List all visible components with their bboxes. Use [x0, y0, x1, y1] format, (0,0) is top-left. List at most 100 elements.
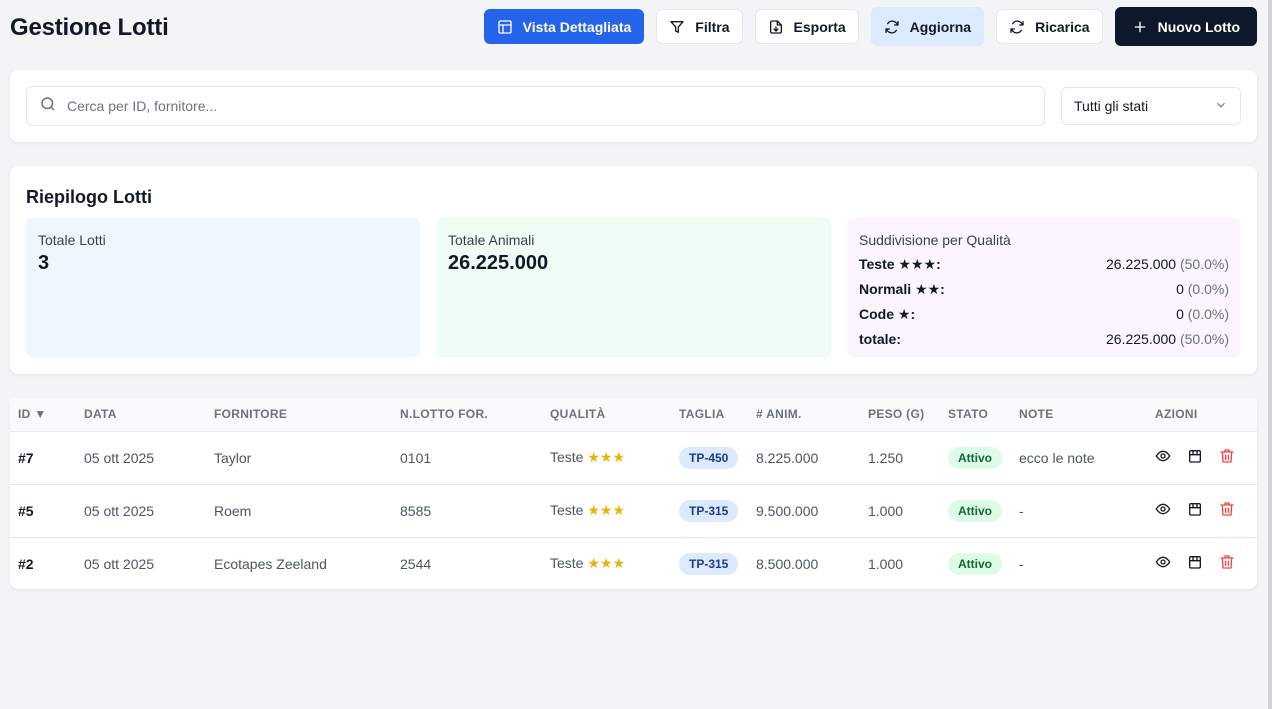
table-row[interactable]: #2 05 ott 2025 Ecotapes Zeeland 2544 Tes… [10, 537, 1257, 590]
cell-quality: Teste ★★★ [550, 484, 679, 537]
column-header-size[interactable]: TAGLIA [679, 398, 756, 431]
plus-icon [1132, 19, 1148, 35]
cell-actions [1155, 431, 1257, 484]
total-lots-stat: Totale Lotti 3 [26, 218, 420, 357]
column-header-supplier[interactable]: FORNITORE [214, 398, 400, 431]
archive-box-icon[interactable] [1187, 501, 1203, 520]
cell-animals: 8.500.000 [756, 555, 819, 572]
search-box[interactable] [26, 86, 1045, 126]
filter-icon [669, 19, 685, 35]
cell-weight: 1.250 [868, 449, 904, 466]
detailed-view-button[interactable]: Vista Dettagliata [483, 9, 645, 44]
column-header-id[interactable]: ID ▼ [10, 398, 84, 431]
view-eye-icon[interactable] [1155, 501, 1171, 520]
cell-date: 05 ott 2025 [84, 449, 155, 466]
cell-id: #5 [18, 502, 34, 519]
quality-row-pct: (50.0%) [1179, 331, 1229, 347]
column-header-quality[interactable]: QUALITÀ [550, 398, 679, 431]
archive-box-icon[interactable] [1187, 448, 1203, 467]
quality-row-value: 26.225.000 [1106, 256, 1177, 272]
cell-weight: 1.000 [868, 502, 904, 519]
cell-supplier-lot: 8585 [400, 502, 432, 519]
quality-row-label: Normali ★★: [859, 281, 945, 297]
size-badge: TP-450 [679, 446, 739, 469]
quality-breakdown-label: Suddivisione per Qualità [859, 232, 1011, 248]
cell-animals: 9.500.000 [756, 502, 819, 519]
page-scrollbar[interactable] [1268, 0, 1272, 709]
column-header-animals[interactable]: # ANIM. [756, 398, 868, 431]
filter-label: Filtra [695, 18, 730, 35]
update-button[interactable]: Aggiorna [870, 7, 985, 46]
status-badge: Attivo [948, 552, 1002, 575]
delete-trash-icon[interactable] [1219, 554, 1235, 573]
column-header-weight[interactable]: PESO (G) [868, 398, 948, 431]
column-header-date[interactable]: DATA [84, 398, 214, 431]
refresh-icon [884, 19, 900, 35]
quality-row: Code ★: 0 (0.0%) [859, 306, 1229, 323]
cell-notes: - [1019, 502, 1024, 519]
cell-status: Attivo [948, 484, 1019, 537]
reload-label: Ricarica [1035, 18, 1090, 35]
cell-actions [1155, 537, 1257, 590]
archive-box-icon[interactable] [1187, 554, 1203, 573]
cell-weight: 1.000 [868, 555, 904, 572]
total-animals-label: Totale Animali [448, 232, 535, 248]
quality-row: Normali ★★: 0 (0.0%) [859, 281, 1229, 298]
status-filter-select[interactable]: Tutti gli stati [1061, 87, 1241, 125]
cell-supplier: Taylor [214, 449, 252, 466]
cell-supplier-lot: 2544 [400, 555, 432, 572]
table-row[interactable]: #7 05 ott 2025 Taylor 0101 Teste ★★★ TP-… [10, 431, 1257, 484]
stars-rating: ★★★ [587, 555, 626, 572]
size-badge: TP-315 [679, 499, 739, 522]
delete-trash-icon[interactable] [1219, 501, 1235, 520]
export-button[interactable]: Esporta [754, 9, 859, 44]
cell-size: TP-315 [679, 537, 756, 590]
table-row[interactable]: #5 05 ott 2025 Roem 8585 Teste ★★★ TP-31… [10, 484, 1257, 537]
column-header-status[interactable]: STATO [948, 398, 1019, 431]
quality-row-label: Teste ★★★: [859, 256, 941, 272]
cell-status: Attivo [948, 537, 1019, 590]
total-animals-stat: Totale Animali 26.225.000 [436, 218, 831, 357]
detailed-view-label: Vista Dettagliata [522, 18, 632, 35]
reload-button[interactable]: Ricarica [996, 9, 1103, 44]
filter-button[interactable]: Filtra [656, 9, 743, 44]
new-lot-button[interactable]: Nuovo Lotto [1114, 7, 1257, 46]
cell-id: #2 [18, 555, 34, 572]
view-eye-icon[interactable] [1155, 448, 1171, 467]
quality-row-value: 26.225.000 [1106, 331, 1177, 347]
cell-supplier: Ecotapes Zeeland [214, 555, 327, 572]
refresh-icon [1009, 19, 1025, 35]
quality-row-label: totale: [859, 331, 901, 347]
quality-row-label: Code ★: [859, 306, 916, 322]
cell-notes: ecco le note [1019, 449, 1095, 466]
cell-supplier: Roem [214, 502, 252, 519]
delete-trash-icon[interactable] [1219, 448, 1235, 467]
page-title: Gestione Lotti [10, 14, 169, 41]
column-header-supplier-lot[interactable]: N.LOTTO FOR. [400, 398, 550, 431]
quality-text: Teste [550, 449, 584, 465]
search-icon [39, 95, 57, 118]
cell-date: 05 ott 2025 [84, 502, 155, 519]
view-eye-icon[interactable] [1155, 554, 1171, 573]
cell-animals: 8.225.000 [756, 449, 819, 466]
search-input[interactable] [67, 98, 967, 114]
update-label: Aggiorna [909, 18, 972, 35]
cell-date: 05 ott 2025 [84, 555, 155, 572]
toolbar: Vista Dettagliata Filtra Esporta Aggiorn… [483, 7, 1257, 46]
page-header: Gestione Lotti Vista Dettagliata Filtra … [10, 0, 1257, 52]
cell-supplier-lot: 0101 [400, 449, 432, 466]
chevron-down-icon [1214, 98, 1228, 115]
lots-table-card: ID ▼ DATA FORNITORE N.LOTTO FOR. QUALITÀ… [10, 398, 1257, 589]
cell-size: TP-450 [679, 431, 756, 484]
total-animals-value: 26.225.000 [448, 252, 549, 274]
stars-rating: ★★★ [587, 449, 626, 465]
summary-title: Riepilogo Lotti [26, 187, 152, 207]
column-header-notes[interactable]: NOTE [1019, 398, 1155, 431]
quality-row-pct: (50.0%) [1179, 256, 1229, 272]
export-label: Esporta [793, 18, 846, 35]
quality-row: totale: 26.225.000 (50.0%) [859, 331, 1229, 347]
size-badge: TP-315 [679, 552, 739, 575]
cell-id: #7 [18, 449, 34, 466]
quality-breakdown-stat: Suddivisione per Qualità Teste ★★★: 26.2… [847, 218, 1241, 357]
column-header-actions: AZIONI [1155, 407, 1198, 422]
